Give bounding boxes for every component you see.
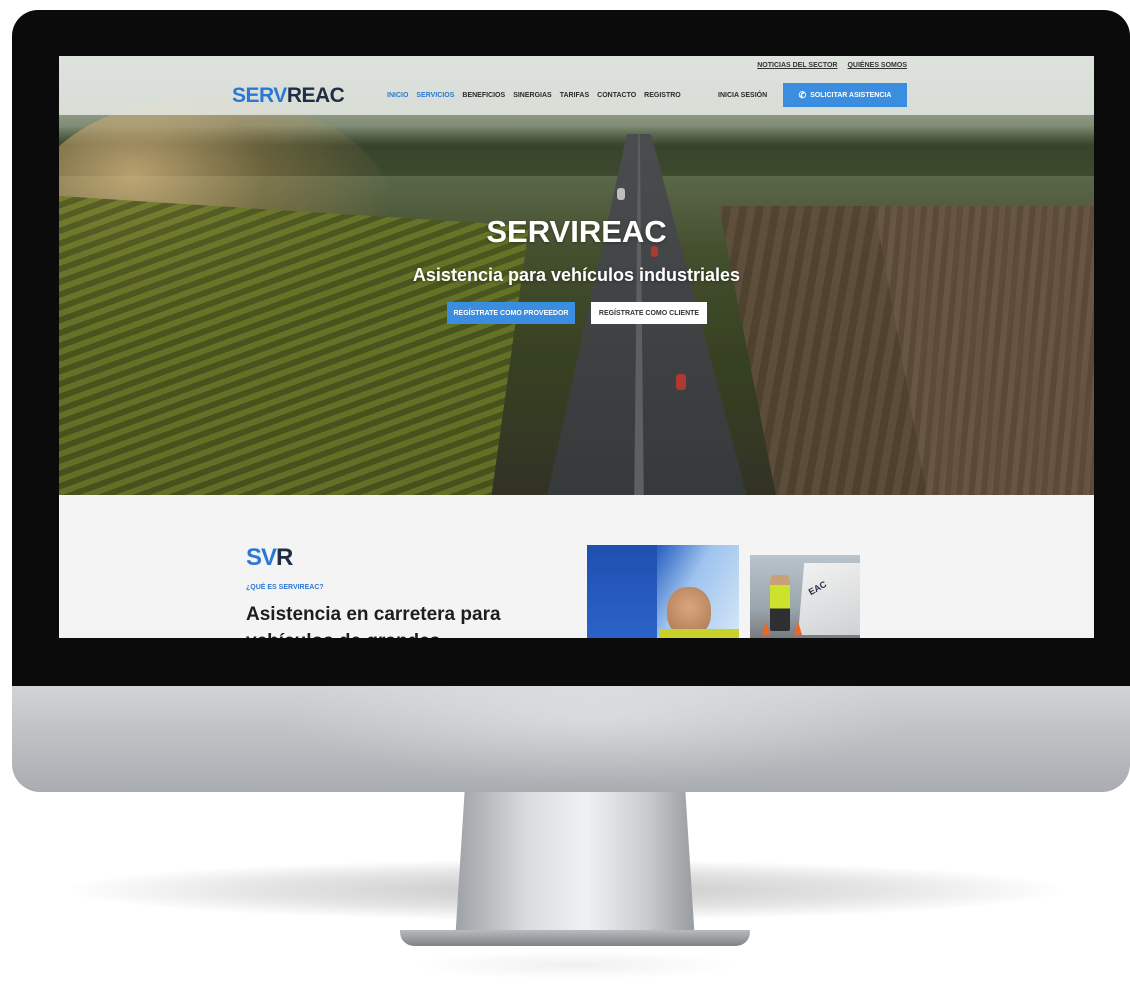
nav-item-beneficios[interactable]: BENEFICIOS: [462, 92, 505, 99]
hero-section: NOTICIAS DEL SECTOR QUIÉNES SOMOS SERVRE…: [59, 56, 1094, 495]
traffic-cone-icon: [762, 621, 770, 635]
svr-logo-part-1: SV: [246, 544, 277, 571]
link-noticias[interactable]: NOTICIAS DEL SECTOR: [757, 62, 837, 69]
stand-reflection: [410, 950, 740, 980]
cta-label: SOLICITAR ASISTENCIA: [810, 91, 892, 99]
photo-van: [798, 563, 860, 635]
monitor-chin: [12, 684, 1130, 792]
register-client-button[interactable]: REGÍSTRATE COMO CLIENTE: [591, 302, 707, 324]
top-links: NOTICIAS DEL SECTOR QUIÉNES SOMOS: [757, 62, 907, 69]
nav-item-servicios[interactable]: SERVICIOS: [416, 92, 454, 99]
nav-item-registro[interactable]: REGISTRO: [644, 92, 681, 99]
hero-subtitle: Asistencia para vehículos industriales: [412, 265, 741, 285]
logo-part-1: SERV: [232, 84, 287, 107]
photo-truck: [587, 545, 657, 638]
nav-item-tarifas[interactable]: TARIFAS: [560, 92, 589, 99]
main-nav: INICIO SERVICIOS BENEFICIOS SINERGIAS TA…: [387, 92, 681, 99]
photo-worker: [770, 575, 790, 631]
site-header: NOTICIAS DEL SECTOR QUIÉNES SOMOS SERVRE…: [59, 56, 1094, 115]
nav-item-contacto[interactable]: CONTACTO: [597, 92, 636, 99]
svr-logo-part-2: R: [276, 544, 293, 571]
svr-logo: SVR: [246, 544, 293, 572]
monitor-stand-base: [400, 930, 750, 946]
solicitar-asistencia-button[interactable]: ✆ SOLICITAR ASISTENCIA: [783, 83, 907, 107]
photo-truck-driver: [587, 545, 739, 638]
link-quienes-somos[interactable]: QUIÉNES SOMOS: [847, 62, 907, 69]
section-heading: Asistencia en carretera para vehículos d…: [246, 604, 501, 638]
phone-icon: ✆: [798, 89, 807, 100]
monitor-stand: [455, 792, 695, 942]
section-kicker: ¿QUÉ ES SERVIREAC?: [246, 584, 324, 591]
nav-item-sinergias[interactable]: SINERGIAS: [513, 92, 552, 99]
logo-part-2: REAC: [286, 84, 345, 107]
website-screen: NOTICIAS DEL SECTOR QUIÉNES SOMOS SERVRE…: [59, 56, 1094, 638]
photo-roadside-worker: EAC: [750, 555, 860, 638]
site-logo[interactable]: SERVREAC: [232, 84, 345, 108]
nav-item-inicio[interactable]: INICIO: [387, 92, 408, 99]
hero-title: SERVIREAC: [486, 214, 667, 249]
photo-vest: [659, 629, 739, 638]
register-provider-button[interactable]: REGÍSTRATE COMO PROVEEDOR: [447, 302, 575, 324]
login-link[interactable]: INICIA SESIÓN: [718, 92, 767, 99]
